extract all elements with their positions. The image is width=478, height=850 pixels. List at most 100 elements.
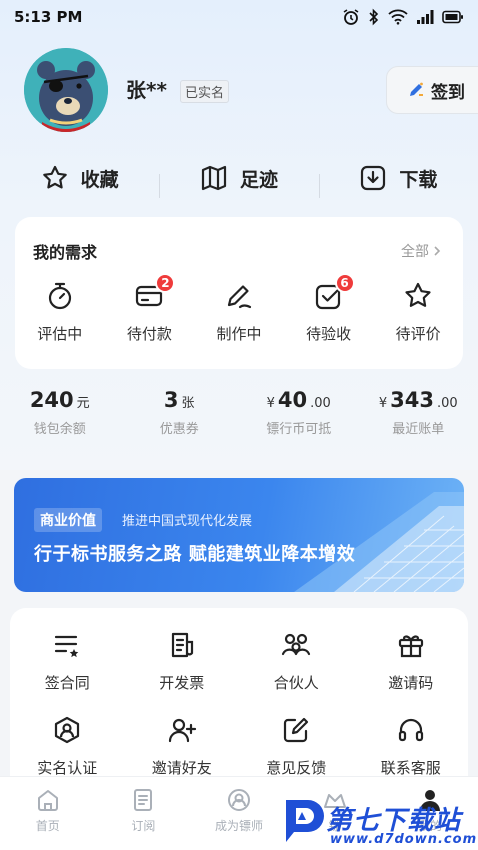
pending-acceptance-badge: 6 <box>334 273 355 293</box>
tab-label: 首页 <box>35 819 60 833</box>
wallet-decimal: .00 <box>436 396 458 411</box>
alarm-icon <box>343 9 359 25</box>
quick-link-footprints[interactable]: 足迹 <box>159 164 318 198</box>
invoice-icon <box>165 628 199 662</box>
escort-icon <box>227 789 250 811</box>
demand-label: 待付款 <box>126 325 172 343</box>
demand-evaluating[interactable]: 评估中 <box>15 279 105 344</box>
pen-icon <box>410 82 423 96</box>
promo-banner[interactable]: 商业价值 推进中国式现代化发展 行于标书服务之路 赋能建筑业降本增效 <box>14 478 464 592</box>
service-real-name[interactable]: 实名认证 <box>10 713 125 778</box>
star-outline-icon <box>401 279 435 313</box>
banner-tag: 商业价值 <box>34 508 102 532</box>
demand-pending-review[interactable]: 待评价 <box>373 279 463 344</box>
profile-header: 张** 已实名 签到 <box>24 48 478 132</box>
status-time: 5:13 PM <box>14 8 83 26</box>
services-grid: 签合同 开发票 合伙人 邀请码 实名认证 邀请好友 意见反馈 联系客服 <box>10 628 468 778</box>
subscribe-icon <box>134 789 153 811</box>
wallet-coins[interactable]: ¥ 40 .00 镖行币可抵 <box>239 388 359 448</box>
partners-icon <box>279 628 313 662</box>
demand-label: 待验收 <box>306 325 352 343</box>
demand-label: 制作中 <box>216 325 262 343</box>
building-illustration <box>294 492 464 592</box>
wallet-decimal: .00 <box>310 396 331 411</box>
my-demand-card: 我的需求 全部 评估中 2 待付款 制作中 6 待验收 待评价 <box>15 217 463 369</box>
demand-pending-payment[interactable]: 2 待付款 <box>105 273 195 344</box>
wallet-value: ¥ 343 .00 <box>379 388 458 412</box>
wallet-number: 240 <box>29 388 74 412</box>
feedback-icon <box>279 713 313 747</box>
checkin-label: 签到 <box>431 82 465 103</box>
wallet-balance[interactable]: 240 元 钱包余额 <box>0 388 120 448</box>
tab-label: 订阅 <box>131 819 156 833</box>
wallet-summary: 240 元 钱包余额 3 张 优惠券 ¥ 40 .00 镖行币可抵 ¥ 343 … <box>0 388 478 448</box>
tab-subscribe[interactable]: 订阅 <box>96 777 192 850</box>
banner-subtitle: 推进中国式现代化发展 <box>122 514 253 529</box>
bear-avatar-icon <box>24 48 108 132</box>
service-customer-support[interactable]: 联系客服 <box>354 713 469 778</box>
avatar[interactable] <box>24 48 108 132</box>
card-title: 我的需求 <box>33 243 98 262</box>
pencil-icon <box>222 279 256 313</box>
currency-symbol: ¥ <box>266 396 275 411</box>
demand-status-list: 评估中 2 待付款 制作中 6 待验收 待评价 <box>15 273 463 344</box>
bluetooth-icon <box>369 8 379 26</box>
wallet-label: 镖行币可抵 <box>266 422 332 437</box>
service-label: 合伙人 <box>273 674 319 692</box>
map-icon <box>201 165 227 191</box>
service-invoice[interactable]: 开发票 <box>125 628 240 693</box>
currency-symbol: ¥ <box>378 396 388 411</box>
view-all-link[interactable]: 全部 <box>401 241 441 261</box>
quick-link-label: 下载 <box>399 168 438 191</box>
service-label: 邀请好友 <box>151 759 212 777</box>
verified-badge: 已实名 <box>180 80 230 103</box>
pending-payment-badge: 2 <box>155 273 176 293</box>
service-label: 开发票 <box>159 674 205 692</box>
banner-title: 行于标书服务之路 赋能建筑业降本增效 <box>34 544 356 565</box>
service-label: 意见反馈 <box>266 759 327 777</box>
wallet-recent-bill[interactable]: ¥ 343 .00 最近账单 <box>359 388 478 448</box>
add-user-icon <box>165 713 199 747</box>
service-invite-friends[interactable]: 邀请好友 <box>125 713 240 778</box>
wallet-number: 343 <box>390 388 434 412</box>
signal-icon <box>417 10 434 24</box>
wallet-coupons[interactable]: 3 张 优惠券 <box>120 388 240 448</box>
watermark-url: www.d7down.com <box>330 832 478 847</box>
home-icon <box>37 790 58 811</box>
checkin-button[interactable]: 签到 <box>386 66 478 114</box>
stopwatch-icon <box>43 279 77 313</box>
id-verify-icon <box>50 713 84 747</box>
tab-home[interactable]: 首页 <box>0 777 96 850</box>
service-label: 邀请码 <box>388 674 434 692</box>
quick-link-label: 足迹 <box>239 168 278 191</box>
service-invite-code[interactable]: 邀请码 <box>354 628 469 693</box>
service-partners[interactable]: 合伙人 <box>239 628 354 693</box>
view-all-label: 全部 <box>401 244 429 260</box>
service-label: 实名认证 <box>37 759 98 777</box>
wallet-label: 最近账单 <box>392 422 445 437</box>
wallet-value: 240 元 <box>30 388 90 412</box>
contract-icon <box>50 628 84 662</box>
wallet-unit: 张 <box>181 396 195 411</box>
chevron-right-icon <box>434 246 441 256</box>
wifi-icon <box>388 9 408 25</box>
wallet-unit: 元 <box>76 396 90 411</box>
tab-become-escort[interactable]: 成为镖师 <box>191 777 287 850</box>
quick-link-favorites[interactable]: 收藏 <box>0 164 159 192</box>
battery-icon <box>442 10 463 24</box>
wallet-number: 40 <box>277 388 308 412</box>
service-contract[interactable]: 签合同 <box>10 628 125 693</box>
demand-pending-acceptance[interactable]: 6 待验收 <box>284 273 374 344</box>
gift-icon <box>394 628 428 662</box>
services-card: 签合同 开发票 合伙人 邀请码 实名认证 邀请好友 意见反馈 联系客服 <box>10 608 468 798</box>
status-icons <box>342 8 464 26</box>
headset-icon <box>394 713 428 747</box>
service-label: 联系客服 <box>380 759 441 777</box>
watermark-logo-icon <box>286 800 324 842</box>
demand-in-production[interactable]: 制作中 <box>194 279 284 344</box>
quick-link-downloads[interactable]: 下载 <box>318 164 478 198</box>
service-feedback[interactable]: 意见反馈 <box>239 713 354 778</box>
wallet-number: 3 <box>163 388 179 412</box>
tab-label: 成为镖师 <box>214 819 263 833</box>
star-icon <box>42 165 67 189</box>
